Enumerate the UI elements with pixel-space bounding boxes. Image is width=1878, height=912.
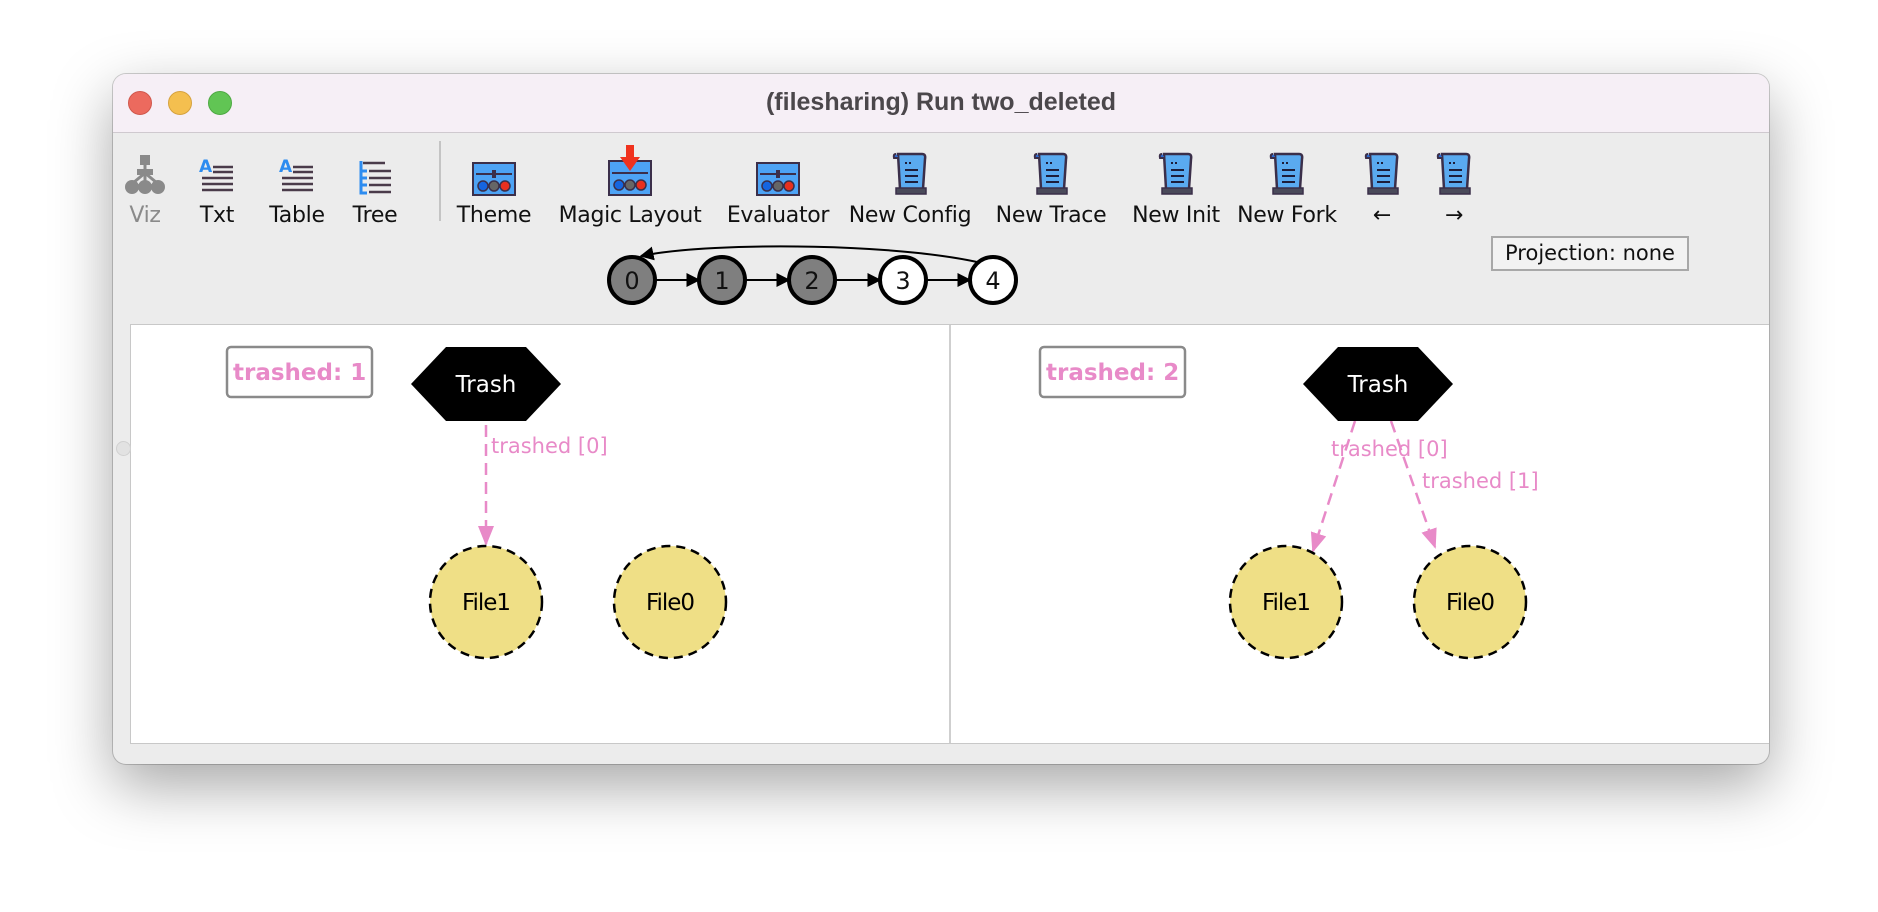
state-node-1[interactable]: 1 (697, 255, 747, 305)
trashed-edge: trashed [0] (478, 425, 608, 546)
instance-panel-2: trashed: 2 trashed [0] trashed [1] Trash Fil… (1038, 345, 1539, 660)
trash-node[interactable]: Trash (411, 347, 561, 421)
trash-node[interactable]: Trash (1303, 347, 1453, 421)
trace-state-graph: 0 1 2 3 4 (607, 245, 1018, 305)
file-label: File1 (1262, 590, 1310, 616)
state-label: 0 (624, 267, 639, 295)
split-handle[interactable] (116, 441, 131, 456)
app-window: (filesharing) Run two_deleted Viz A Txt … (113, 74, 1769, 764)
counter-box: trashed: 1 (225, 345, 374, 399)
state-label: 2 (804, 267, 819, 295)
file-node-file0[interactable]: File0 (1412, 544, 1528, 660)
state-node-3[interactable]: 3 (878, 255, 928, 305)
title-bar: (filesharing) Run two_deleted (113, 74, 1769, 133)
state-label: 1 (714, 267, 729, 295)
edge-label: trashed [0] (491, 434, 608, 458)
file-label: File0 (1446, 590, 1494, 616)
toolbar: Viz A Txt A Table Tree Theme Magic Layou… (113, 133, 1769, 324)
edge-label: trashed [1] (1422, 469, 1539, 493)
counter-box: trashed: 2 (1038, 345, 1187, 399)
visualization-area: trashed: 1 trashed [0] Trash File1 File0 tras… (116, 324, 1769, 744)
state-label: 3 (895, 267, 910, 295)
state-node-2[interactable]: 2 (787, 255, 837, 305)
file-label: File0 (646, 590, 694, 616)
trash-label: Trash (455, 372, 517, 398)
window-title: (filesharing) Run two_deleted (765, 88, 1117, 116)
edge-label: trashed [0] (1331, 437, 1448, 461)
state-node-0[interactable]: 0 (607, 255, 657, 305)
file-node-file1[interactable]: File1 (1228, 544, 1344, 660)
state-node-4[interactable]: 4 (968, 255, 1018, 305)
trash-label: Trash (1347, 372, 1409, 398)
panel-divider[interactable] (949, 325, 951, 743)
state-label: 4 (985, 267, 1000, 295)
file-node-file1[interactable]: File1 (428, 544, 544, 660)
counter-label: trashed: 1 (233, 360, 366, 386)
file-label: File1 (462, 590, 510, 616)
counter-label: trashed: 2 (1046, 360, 1179, 386)
instance-panel-1: trashed: 1 trashed [0] Trash File1 File0 (225, 345, 728, 660)
file-node-file0[interactable]: File0 (612, 544, 728, 660)
